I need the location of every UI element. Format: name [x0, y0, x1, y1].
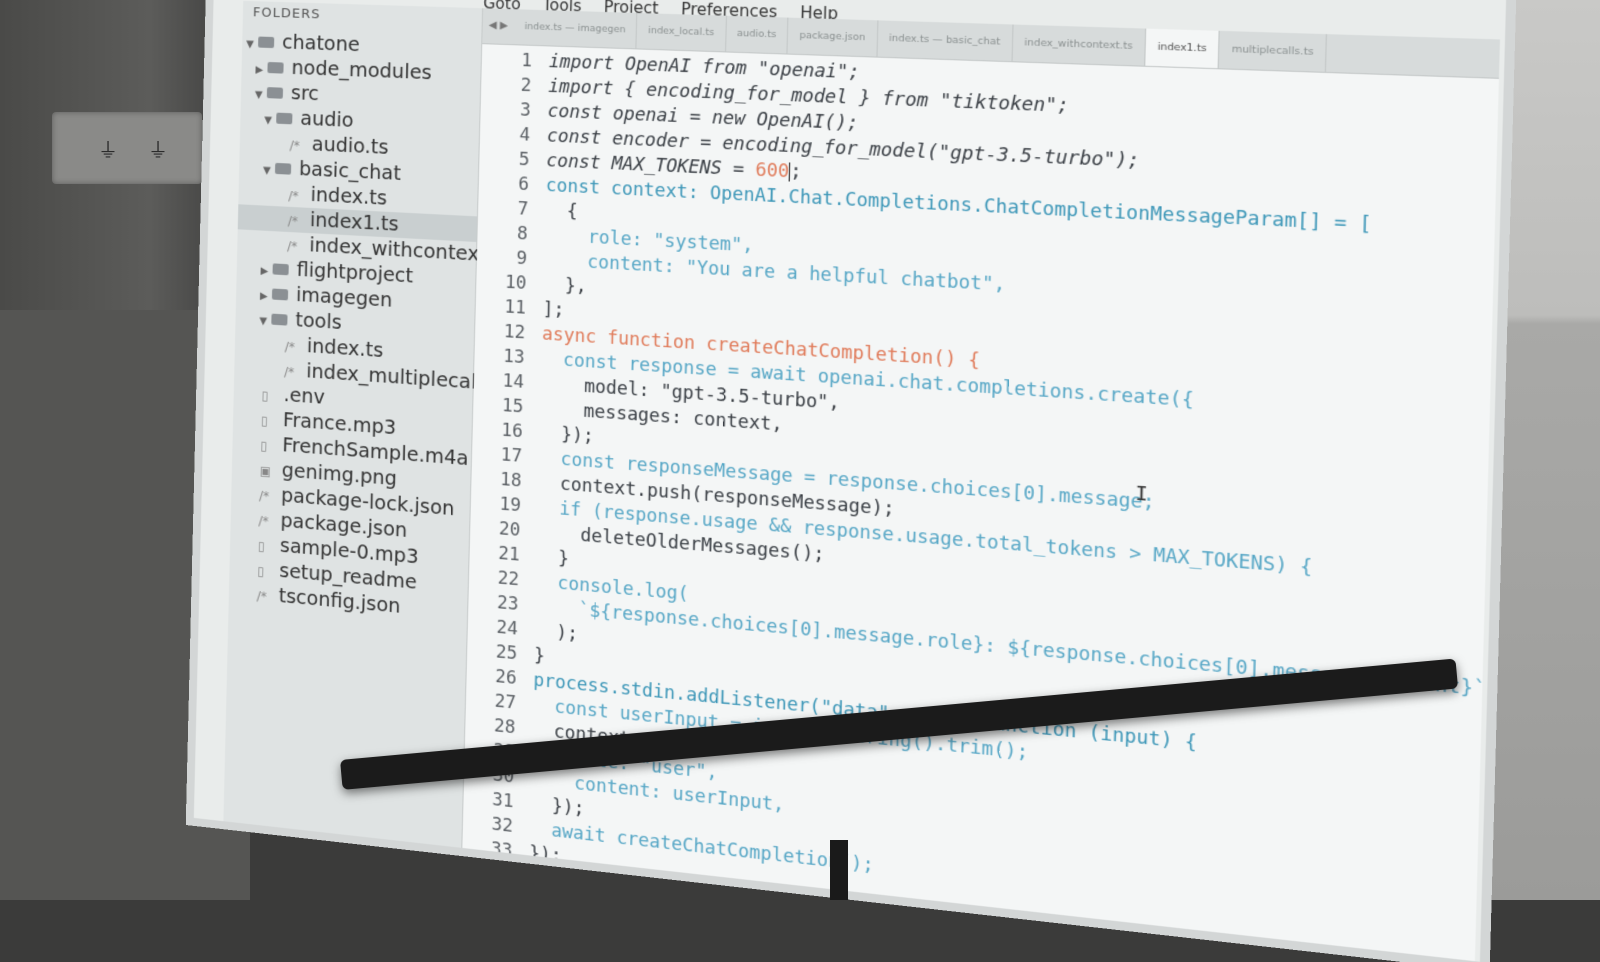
- max-tokens-value: 600: [755, 159, 790, 183]
- code-text: });: [528, 843, 562, 868]
- file-icon: ▯: [260, 438, 268, 454]
- code-editor[interactable]: ◀ ▶ index.ts — imagegen index_local.ts audi…: [462, 8, 1500, 962]
- folder-icon: [267, 61, 284, 74]
- line-number: 6: [517, 174, 530, 196]
- code-file-icon: /*: [287, 213, 299, 229]
- tree-label: index1.ts: [309, 208, 400, 236]
- tab-package-json[interactable]: package.json: [787, 17, 879, 57]
- image-file-icon: ▣: [259, 463, 272, 479]
- tree-label: audio: [300, 107, 354, 133]
- code-text: },: [543, 274, 587, 298]
- line-number: 8: [516, 223, 528, 245]
- folder-icon: [272, 263, 289, 276]
- tab-index-local[interactable]: index_local.ts: [636, 12, 727, 52]
- line-number: 5: [518, 149, 530, 171]
- tab-multiplecalls[interactable]: multiplecalls.ts: [1219, 30, 1328, 72]
- tree-label: tools: [295, 309, 342, 335]
- code-file-icon: /*: [283, 364, 295, 380]
- folder-open-icon: [274, 162, 292, 175]
- tab-index-basic-chat[interactable]: index.ts — basic_chat: [877, 20, 1014, 62]
- line-number: 3: [519, 100, 532, 122]
- folder-open-icon: [276, 112, 293, 125]
- tab-index-withcontext[interactable]: index_withcontext.ts: [1012, 24, 1147, 66]
- tree-label: basic_chat: [298, 157, 402, 186]
- tab-audio[interactable]: audio.ts: [725, 15, 789, 54]
- code-file-icon: /*: [287, 238, 298, 254]
- code-text: ];: [542, 299, 565, 322]
- code-text: );: [534, 620, 579, 646]
- tree-label: index.ts: [306, 334, 384, 363]
- code-text: }: [536, 546, 570, 570]
- ibeam-cursor-icon: I: [1134, 482, 1149, 507]
- code-file-icon: /*: [256, 588, 267, 604]
- code-file-icon: /*: [288, 188, 299, 204]
- code-text: {: [544, 200, 578, 223]
- code-text: ;: [789, 161, 802, 184]
- folder-icon: [271, 288, 289, 301]
- code-text: }: [533, 645, 546, 668]
- code-file-icon: /*: [289, 138, 300, 153]
- tree-label: imagegen: [295, 283, 393, 312]
- power-outlet-plate: ⏚ ⏚: [52, 112, 202, 184]
- file-icon: ▯: [261, 388, 269, 403]
- code-file-icon: /*: [284, 339, 296, 355]
- folder-open-icon: [271, 313, 288, 326]
- folder-open-icon: [258, 36, 275, 49]
- projector-screen-stand: [830, 840, 848, 900]
- outlet-socket-icon: ⏚: [98, 138, 118, 162]
- outlet-socket-icon: ⏚: [148, 138, 168, 162]
- line-number: 4: [519, 124, 531, 146]
- tree-label: .env: [283, 383, 326, 409]
- line-number: 1: [521, 50, 533, 72]
- line-number: 7: [517, 198, 529, 221]
- tree-label: src: [290, 81, 320, 106]
- projection-screen: Goto Tools Project Preferences Help FOLD…: [193, 0, 1507, 962]
- tree-label: index.ts: [310, 183, 388, 210]
- file-icon: ▯: [260, 413, 268, 428]
- tab-nav-arrows-icon[interactable]: ◀ ▶: [483, 20, 515, 32]
- folder-sidebar: FOLDERS ▼ chatone ▶ node_modules ▼ src ▼ aud…: [223, 0, 501, 859]
- code-text: });: [539, 422, 594, 448]
- tree-label: node_modules: [291, 56, 433, 85]
- folder-open-icon: [266, 87, 284, 99]
- tree-label: audio.ts: [311, 133, 389, 159]
- tree-label: chatone: [281, 31, 360, 57]
- tab-index1-active[interactable]: index1.ts: [1145, 28, 1221, 69]
- line-number: 9: [516, 248, 528, 270]
- code-lines[interactable]: 1 import OpenAI from "openai"; 2 import { …: [462, 47, 1499, 962]
- code-text: });: [530, 793, 585, 821]
- line-number: 2: [520, 75, 532, 97]
- tab-index-imagegen[interactable]: index.ts — imagegen: [513, 9, 638, 49]
